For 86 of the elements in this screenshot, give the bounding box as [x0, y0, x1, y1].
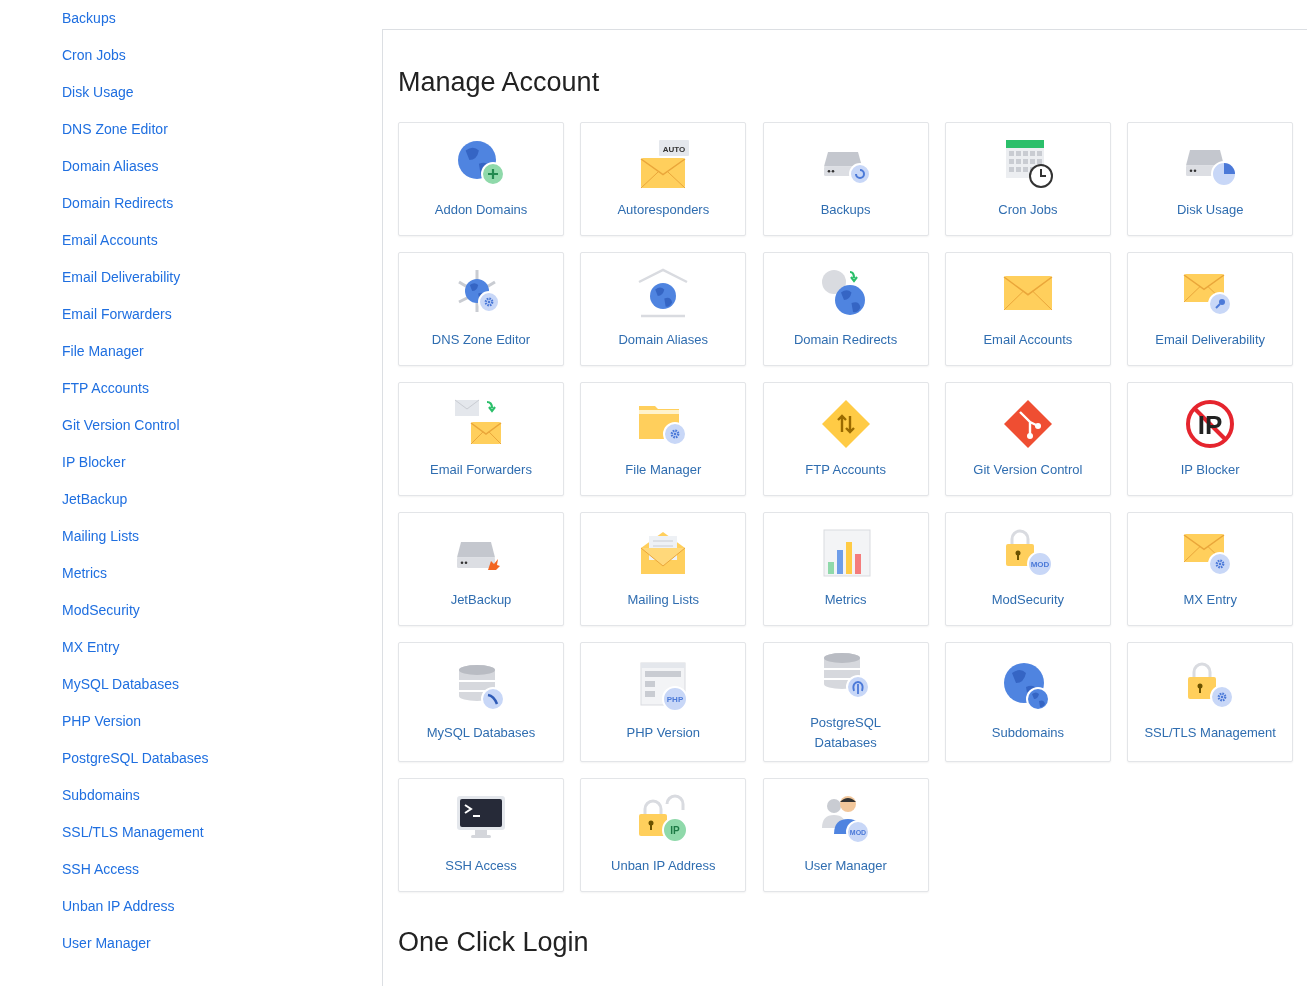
sidebar-link[interactable]: Subdomains	[62, 785, 140, 822]
bar-chart-icon	[823, 529, 871, 577]
tool-link[interactable]: Email Deliverability	[1155, 330, 1266, 350]
envelope-gear-icon	[1183, 534, 1233, 576]
envelope-letter-icon	[640, 532, 686, 574]
icon-text: MOD	[1030, 560, 1050, 569]
tool-link[interactable]: SSH Access	[445, 856, 517, 876]
tool-link[interactable]: Autoresponders	[617, 200, 710, 220]
database-badge-icon	[458, 665, 505, 711]
sidebar-link[interactable]: DNS Zone Editor	[62, 119, 168, 156]
globes-icon	[1003, 663, 1050, 711]
sidebar-link[interactable]: Email Forwarders	[62, 304, 172, 341]
sidebar-link[interactable]: PostgreSQL Databases	[62, 748, 209, 785]
diamond-arrows-icon	[821, 400, 870, 448]
tool-link[interactable]: Domain Aliases	[618, 330, 709, 350]
tool-link[interactable]: Cron Jobs	[998, 200, 1058, 220]
tool-link[interactable]: File Manager	[625, 460, 702, 480]
sidebar-link[interactable]: MX Entry	[62, 637, 120, 674]
tool-link[interactable]: Domain Redirects	[793, 330, 898, 350]
sidebar-link[interactable]: Cron Jobs	[62, 45, 126, 82]
tool-link[interactable]: FTP Accounts	[805, 460, 886, 480]
sidebar-link[interactable]: Domain Aliases	[62, 156, 159, 193]
envelopes-arrow-icon	[454, 399, 502, 445]
house-globe-icon	[638, 268, 688, 318]
tool-link[interactable]: SSL/TLS Management	[1144, 723, 1276, 743]
sidebar-link[interactable]: Git Version Control	[62, 415, 180, 452]
tool-link[interactable]: Unban IP Address	[611, 856, 716, 876]
sidebar-link[interactable]: File Manager	[62, 341, 144, 378]
tool-link[interactable]: IP Blocker	[1180, 460, 1240, 480]
sidebar-link[interactable]: MySQL Databases	[62, 674, 179, 711]
sidebar-link[interactable]: Disk Usage	[62, 82, 134, 119]
tool-link[interactable]: Addon Domains	[434, 200, 528, 220]
sidebar-link[interactable]: SSL/TLS Management	[62, 822, 204, 859]
database-badge-icon	[822, 653, 870, 699]
section-heading: One Click Login	[398, 926, 589, 958]
drive-pie-icon	[1186, 150, 1238, 187]
tool-link[interactable]: Email Forwarders	[430, 460, 532, 480]
sidebar-link[interactable]: FTP Accounts	[62, 378, 149, 415]
drive-badge-icon	[457, 542, 500, 570]
tool-link[interactable]: Metrics	[824, 590, 867, 610]
tool-link[interactable]: ModSecurity	[991, 590, 1064, 610]
sidebar-link[interactable]: ModSecurity	[62, 600, 140, 637]
padlock-gear-icon	[1188, 662, 1235, 709]
sidebar-link[interactable]: Mailing Lists	[62, 526, 140, 563]
section-heading: Manage Account	[398, 66, 600, 98]
browser-php-icon	[640, 662, 689, 712]
tool-link[interactable]: Backups	[820, 200, 871, 220]
drive-restore-icon	[823, 152, 871, 185]
calendar-clock-icon	[1005, 140, 1053, 188]
tool-link[interactable]: JetBackup	[450, 590, 512, 610]
tool-link[interactable]: Git Version Control	[973, 460, 1083, 480]
users-icon	[821, 796, 870, 844]
tool-link[interactable]: Email Accounts	[983, 330, 1073, 350]
padlock-badge-icon	[639, 794, 689, 843]
tool-link[interactable]: PHP Version	[626, 723, 701, 743]
git-icon	[1003, 400, 1052, 448]
sidebar-link[interactable]: JetBackup	[62, 489, 128, 526]
sidebar-link[interactable]: User Manager	[62, 933, 151, 970]
globe-plus-icon	[458, 141, 505, 186]
sidebar-link[interactable]: Email Deliverability	[62, 267, 181, 304]
globes-arrow-icon	[821, 270, 865, 315]
tool-link[interactable]: MX Entry	[1183, 590, 1237, 610]
icon-text: IP	[670, 825, 680, 836]
sidebar-link[interactable]: SSH Access	[62, 859, 140, 896]
terminal-icon	[457, 796, 505, 838]
tool-link[interactable]: DNS Zone Editor	[431, 330, 531, 350]
sidebar-link[interactable]: IP Blocker	[62, 452, 126, 489]
padlock-badge-icon	[1005, 529, 1053, 577]
envelope-icon	[1003, 276, 1053, 311]
sidebar-link[interactable]: Domain Redirects	[62, 193, 174, 230]
folder-gear-icon	[639, 406, 688, 446]
sidebar-link[interactable]: Backups	[62, 8, 116, 45]
tool-link[interactable]: Disk Usage	[1176, 200, 1244, 220]
tool-link[interactable]: Subdomains	[991, 723, 1065, 743]
icon-text: AUTO	[663, 144, 686, 154]
envelope-tag-icon	[640, 140, 690, 189]
sidebar-link[interactable]: Unban IP Address	[62, 896, 175, 933]
envelope-key-icon	[1183, 274, 1233, 316]
icon-text: PHP	[667, 695, 684, 704]
sidebar-link[interactable]: PHP Version	[62, 711, 142, 748]
tool-link[interactable]: MySQL Databases	[426, 723, 536, 743]
sidebar-link[interactable]: Metrics	[62, 563, 108, 600]
tool-link[interactable]: User Manager	[804, 856, 887, 876]
sidebar-link[interactable]: Email Accounts	[62, 230, 158, 267]
globe-gear-icon	[457, 268, 500, 314]
tool-link[interactable]: Mailing Lists	[627, 590, 700, 610]
